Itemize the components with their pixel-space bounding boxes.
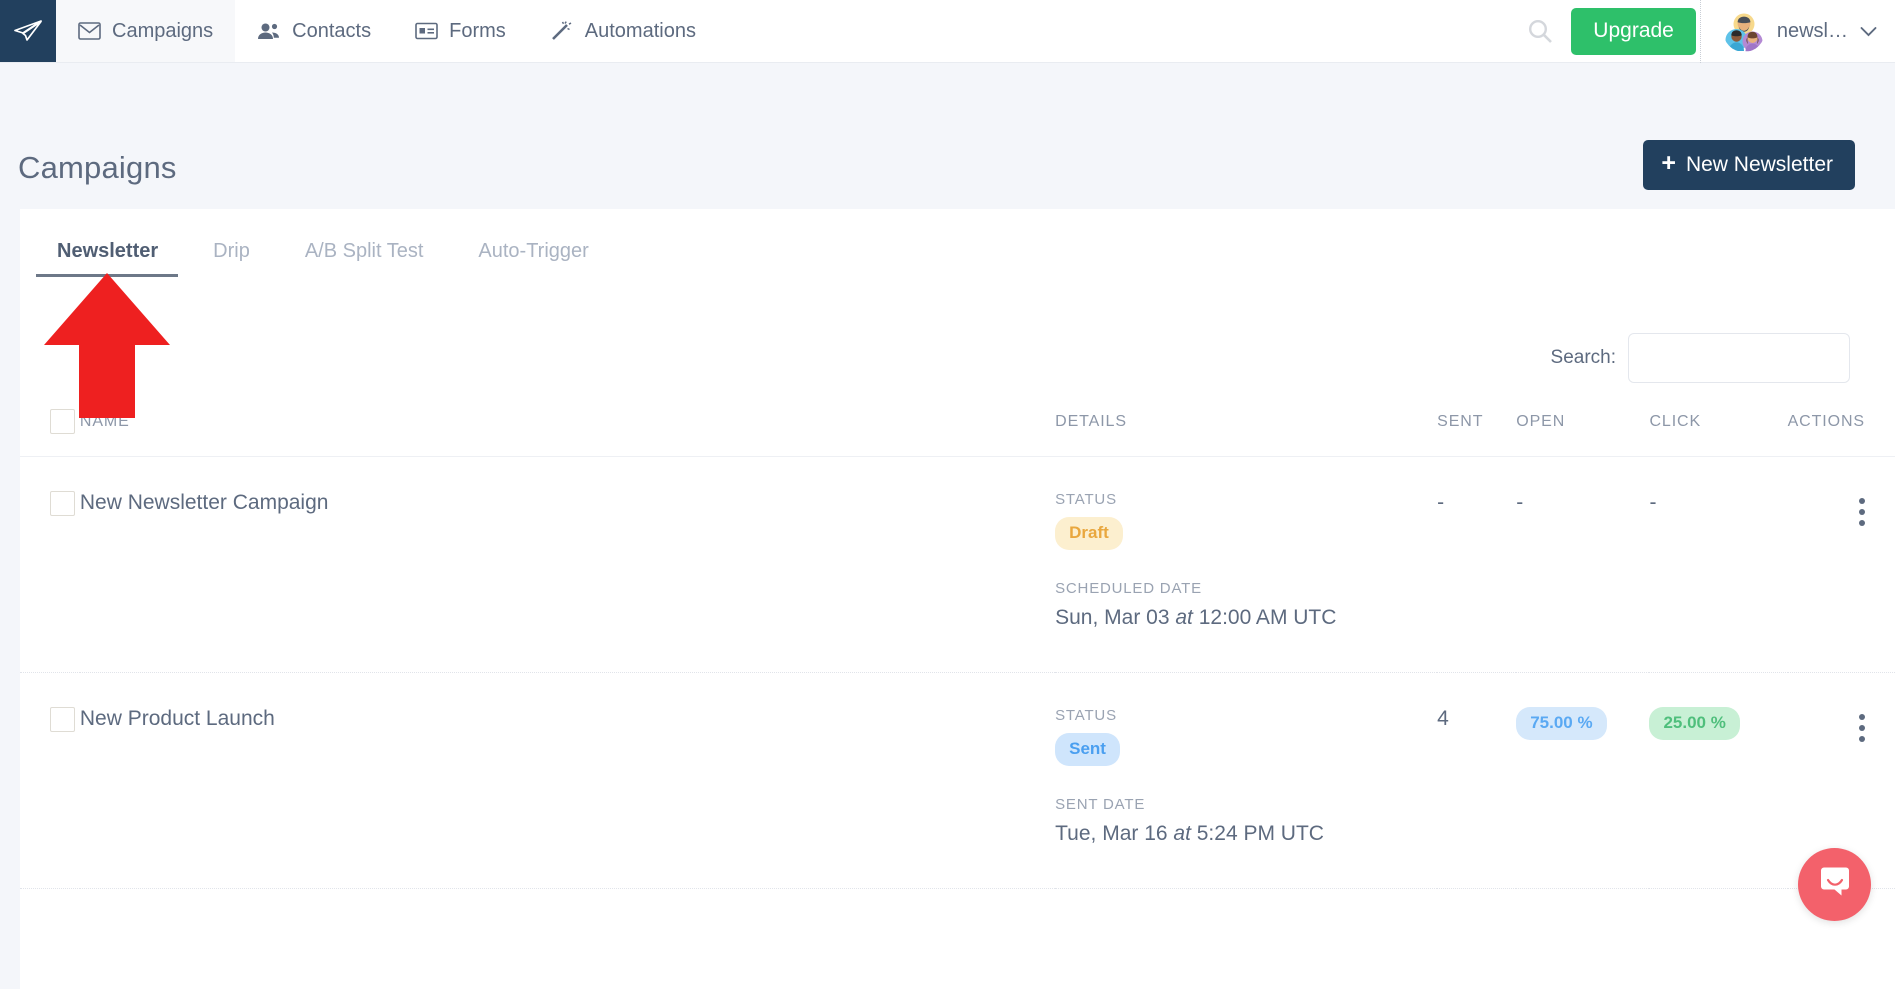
click-rate: 25.00 % (1649, 707, 1739, 740)
tab-label: Newsletter (57, 240, 158, 262)
tab-label: A/B Split Test (305, 240, 424, 262)
table-search-row: Search: (20, 277, 1895, 383)
form-icon (415, 22, 438, 40)
search-label: Search: (1551, 347, 1616, 369)
account-name: newsl… (1777, 20, 1848, 43)
search-icon[interactable] (1509, 18, 1571, 44)
status-label: STATUS (1055, 491, 1437, 508)
date-suffix: 5:24 PM UTC (1191, 822, 1324, 845)
campaign-name[interactable]: New Newsletter Campaign (80, 491, 329, 514)
magic-wand-icon (550, 21, 574, 41)
table-header: NAME DETAILS SENT OPEN CLICK ACTIONS (20, 409, 1895, 457)
column-header-open[interactable]: OPEN (1516, 409, 1649, 457)
kebab-menu-icon[interactable] (1859, 714, 1865, 742)
upgrade-button[interactable]: Upgrade (1571, 8, 1696, 55)
search-input[interactable] (1628, 333, 1850, 383)
tab-ab-split-test[interactable]: A/B Split Test (305, 240, 424, 277)
avatar (1723, 10, 1765, 52)
date-value: Tue, Mar 16 at 5:24 PM UTC (1055, 822, 1437, 846)
campaign-name[interactable]: New Product Launch (80, 707, 275, 730)
select-all-checkbox[interactable] (50, 409, 75, 434)
table-row[interactable]: New Newsletter Campaign STATUS Draft SCH… (20, 457, 1895, 673)
date-group: SCHEDULED DATE Sun, Mar 03 at 12:00 AM U… (1055, 580, 1437, 630)
campaigns-card: Newsletter Drip A/B Split Test Auto-Trig… (20, 209, 1895, 989)
tab-label: Drip (213, 240, 250, 262)
open-rate: - (1516, 491, 1523, 514)
sent-count: 4 (1437, 707, 1449, 730)
intercom-chat-button[interactable] (1798, 848, 1871, 921)
nav-right-group: Upgrade (1509, 0, 1895, 62)
column-header-actions: ACTIONS (1788, 409, 1895, 457)
tab-newsletter[interactable]: Newsletter (57, 240, 158, 277)
nav-item-label: Forms (449, 20, 506, 43)
tab-drip[interactable]: Drip (213, 240, 250, 277)
envelope-icon (78, 22, 101, 40)
nav-item-contacts[interactable]: Contacts (235, 0, 393, 62)
tab-label: Auto-Trigger (478, 240, 588, 262)
account-menu[interactable]: newsl… (1700, 0, 1895, 63)
people-icon (257, 22, 281, 40)
new-newsletter-label: New Newsletter (1686, 153, 1833, 177)
nav-item-campaigns[interactable]: Campaigns (56, 0, 235, 62)
date-prefix: Sun, Mar 03 (1055, 606, 1175, 629)
nav-item-forms[interactable]: Forms (393, 0, 528, 62)
status-badge: Draft (1055, 517, 1123, 550)
open-rate: 75.00 % (1516, 707, 1606, 740)
date-group: SENT DATE Tue, Mar 16 at 5:24 PM UTC (1055, 796, 1437, 846)
nav-item-label: Contacts (292, 20, 371, 43)
nav-item-automations[interactable]: Automations (528, 0, 718, 62)
nav-item-label: Automations (585, 20, 696, 43)
nav-spacer (718, 0, 1509, 62)
date-value: Sun, Mar 03 at 12:00 AM UTC (1055, 606, 1437, 630)
click-rate: - (1649, 491, 1656, 514)
status-badge: Sent (1055, 733, 1120, 766)
column-header-details[interactable]: DETAILS (1055, 409, 1437, 457)
date-at: at (1173, 822, 1191, 845)
date-at: at (1175, 606, 1193, 629)
column-header-sent[interactable]: SENT (1437, 409, 1516, 457)
status-label: STATUS (1055, 707, 1437, 724)
row-checkbox[interactable] (50, 707, 75, 732)
app-logo[interactable] (0, 0, 56, 62)
plus-icon: + (1661, 151, 1676, 176)
date-label: SENT DATE (1055, 796, 1437, 813)
date-suffix: 12:00 AM UTC (1193, 606, 1337, 629)
page-title: Campaigns (18, 150, 177, 186)
table-body: New Newsletter Campaign STATUS Draft SCH… (20, 457, 1895, 889)
top-navigation-bar: Campaigns Contacts (0, 0, 1895, 63)
date-prefix: Tue, Mar 16 (1055, 822, 1173, 845)
column-header-click[interactable]: CLICK (1649, 409, 1787, 457)
nav-item-label: Campaigns (112, 20, 213, 43)
chat-bubble-icon (1817, 864, 1853, 905)
kebab-menu-icon[interactable] (1859, 498, 1865, 526)
date-label: SCHEDULED DATE (1055, 580, 1437, 597)
row-checkbox[interactable] (50, 491, 75, 516)
chevron-down-icon (1860, 26, 1877, 37)
column-header-name[interactable]: NAME (80, 409, 1055, 457)
main-nav-items: Campaigns Contacts (56, 0, 718, 62)
column-select-all (20, 409, 80, 457)
campaign-type-tabs: Newsletter Drip A/B Split Test Auto-Trig… (20, 209, 1895, 277)
sent-count: - (1437, 491, 1444, 514)
tab-auto-trigger[interactable]: Auto-Trigger (478, 240, 588, 277)
table-header-row: NAME DETAILS SENT OPEN CLICK ACTIONS (20, 409, 1895, 457)
campaigns-table: NAME DETAILS SENT OPEN CLICK ACTIONS New… (20, 409, 1895, 889)
new-newsletter-button[interactable]: + New Newsletter (1643, 140, 1855, 190)
table-row[interactable]: New Product Launch STATUS Sent SENT DATE… (20, 673, 1895, 889)
paper-plane-icon (14, 20, 42, 42)
